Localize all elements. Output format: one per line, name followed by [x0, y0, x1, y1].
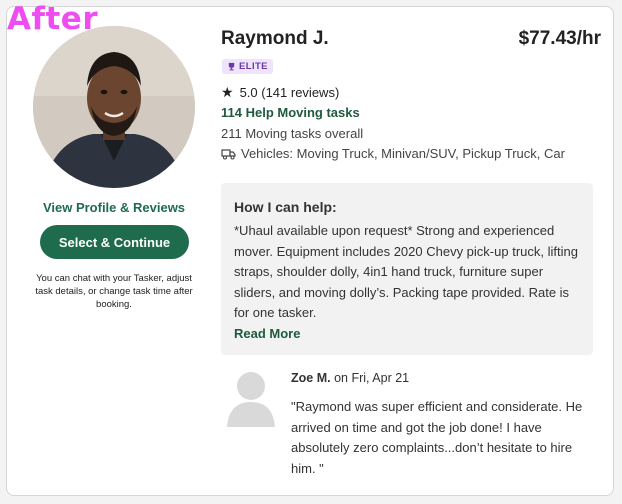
overall-task-count: 211 Moving tasks overall — [221, 126, 364, 141]
trophy-icon — [228, 62, 235, 71]
star-icon: ★ — [221, 84, 234, 100]
select-continue-button[interactable]: Select & Continue — [40, 225, 189, 259]
vehicles-text: Vehicles: Moving Truck, Minivan/SUV, Pic… — [241, 146, 565, 161]
rating-row: ★ 5.0 (141 reviews) — [221, 84, 339, 101]
tasker-card: View Profile & Reviews Select & Continue… — [6, 6, 614, 496]
reviewer-name: Zoe M. — [291, 371, 331, 385]
review-text: "Raymond was super efficient and conside… — [291, 399, 583, 476]
tasker-details: Raymond J. $77.43/hr ELITE ★ 5.0 (141 re… — [221, 7, 601, 495]
read-more-link[interactable]: Read More — [234, 326, 300, 341]
booking-note: You can chat with your Tasker, adjust ta… — [35, 273, 193, 310]
avatar-photo — [33, 26, 195, 188]
review-date: on Fri, Apr 21 — [334, 371, 410, 385]
rating-text: 5.0 (141 reviews) — [239, 85, 340, 100]
badge-label: ELITE — [239, 61, 268, 72]
after-overlay-label: After — [7, 1, 99, 37]
truck-icon — [221, 148, 236, 160]
default-avatar-icon — [225, 369, 277, 427]
elite-badge: ELITE — [222, 59, 273, 74]
vehicles-row: Vehicles: Moving Truck, Minivan/SUV, Pic… — [221, 146, 565, 161]
hourly-rate: $77.43/hr — [518, 28, 601, 49]
tasker-name[interactable]: Raymond J. — [221, 28, 329, 50]
how-i-can-help-box: How I can help: *Uhaul available upon re… — [221, 183, 593, 355]
tasker-avatar[interactable] — [33, 26, 195, 188]
help-description: *Uhaul available upon request* Strong an… — [234, 223, 578, 320]
help-title: How I can help: — [234, 199, 337, 215]
view-profile-link[interactable]: View Profile & Reviews — [7, 200, 221, 215]
category-task-count: 114 Help Moving tasks — [221, 105, 360, 120]
tasker-left-column: View Profile & Reviews Select & Continue… — [7, 7, 221, 495]
review-header: Zoe M. on Fri, Apr 21 — [291, 371, 409, 385]
